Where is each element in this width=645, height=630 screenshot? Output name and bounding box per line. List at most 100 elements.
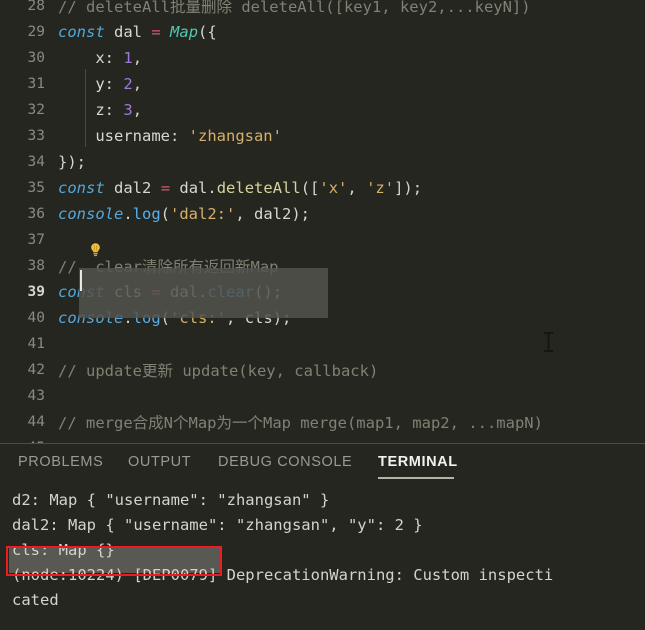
code-line[interactable]: 42 // update更新 update(key, callback) <box>0 357 645 383</box>
line-number: 41 <box>27 336 45 352</box>
code-token: y <box>95 75 105 93</box>
terminal-line: d2: Map { "username": "zhangsan" } <box>12 490 330 509</box>
code-line[interactable]: 39 const cls = dal.clear(); <box>0 279 645 305</box>
code-text: console.log('dal2:', dal2); <box>58 205 310 223</box>
code-token: ); <box>272 309 292 327</box>
code-line[interactable]: 36 console.log('dal2:', dal2); <box>0 201 645 227</box>
code-line[interactable]: 44 // merge合成N个Map为一个Map merge(map1, map2… <box>0 409 645 435</box>
line-number: 34 <box>27 154 45 170</box>
code-token: deleteAll <box>216 179 301 197</box>
code-token: log <box>132 205 161 223</box>
line-number: 44 <box>27 414 45 430</box>
code-token: 'cls:' <box>170 309 227 327</box>
line-number: 42 <box>27 362 45 378</box>
code-token: dal <box>170 283 199 301</box>
code-token: z <box>95 101 105 119</box>
mouse-ibeam-cursor <box>543 331 554 357</box>
code-token: x <box>95 49 105 67</box>
code-token: cls <box>114 283 143 301</box>
code-token: : <box>169 127 189 145</box>
code-token: ); <box>291 205 311 223</box>
panel-tab-problems[interactable]: PROBLEMS <box>18 454 103 470</box>
code-token: . <box>123 205 133 223</box>
code-token: . <box>123 309 133 327</box>
line-number: 43 <box>27 388 45 404</box>
code-line[interactable]: 31 y: 2, <box>0 71 645 97</box>
line-number: 37 <box>27 232 45 248</box>
code-token: dal2 <box>114 179 152 197</box>
code-token: , <box>132 75 143 93</box>
code-token: 'zhangsan' <box>188 127 282 145</box>
code-text: // clear清除所有返回新Map <box>58 255 278 277</box>
code-token: 'x' <box>319 179 348 197</box>
terminal-output[interactable]: d2: Map { "username": "zhangsan" } dal2: … <box>0 486 645 630</box>
code-token: = <box>160 179 171 197</box>
code-text: console.log('cls:', cls); <box>58 309 291 327</box>
code-token: ({ <box>198 23 217 41</box>
line-number: 38 <box>27 258 45 274</box>
code-token: cls <box>244 309 273 327</box>
code-token: username <box>95 127 170 145</box>
code-token: 'z' <box>366 179 395 197</box>
code-line[interactable]: 35 const dal2 = dal.deleteAll(['x', 'z'])… <box>0 175 645 201</box>
code-token: : <box>104 49 124 67</box>
code-line[interactable]: 34}); <box>0 149 645 175</box>
line-number: 30 <box>27 50 45 66</box>
code-line[interactable]: 33 username: 'zhangsan' <box>0 123 645 149</box>
code-token: , <box>132 49 143 67</box>
line-number: 28 <box>27 0 45 14</box>
code-text: z: 3, <box>58 101 142 119</box>
code-text: }); <box>58 153 86 171</box>
code-token: , <box>132 101 143 119</box>
lightbulb-icon[interactable] <box>88 242 103 258</box>
code-token: ([ <box>300 179 320 197</box>
code-line[interactable]: 29 const dal = Map({ <box>0 19 645 45</box>
code-line[interactable]: 28 // deleteAll批量删除 deleteAll([key1, key2… <box>0 0 645 19</box>
panel-tab-bar[interactable]: PROBLEMS OUTPUT DEBUG CONSOLE TERMINAL <box>0 444 645 486</box>
panel-tab-terminal[interactable]: TERMINAL <box>378 454 458 470</box>
code-line[interactable]: 43 <box>0 383 645 409</box>
line-number: 35 <box>27 180 45 196</box>
terminal-line: cls: Map {} <box>12 540 115 559</box>
code-text: x: 1, <box>58 49 142 67</box>
code-token: console <box>58 205 124 223</box>
code-text: // deleteAll批量删除 deleteAll([key1, key2,.… <box>58 0 531 17</box>
code-token: // clear清除所有返回新Map <box>58 258 279 276</box>
line-number: 29 <box>27 24 45 40</box>
code-token: ( <box>160 309 171 327</box>
code-text: const dal2 = dal.deleteAll(['x', 'z']); <box>58 179 422 197</box>
code-line[interactable]: 40 console.log('cls:', cls); <box>0 305 645 331</box>
code-text: // merge合成N个Map为一个Map merge(map1, map2, … <box>58 411 543 433</box>
code-token: ]); <box>394 179 423 197</box>
code-token: const <box>58 23 105 41</box>
code-token: // update更新 update(key, callback) <box>58 362 379 380</box>
code-token: (); <box>254 283 283 301</box>
code-token: . <box>198 283 208 301</box>
code-token: = <box>151 23 161 41</box>
code-line[interactable]: 30 x: 1, <box>0 45 645 71</box>
code-token: : <box>104 75 124 93</box>
code-text: y: 2, <box>58 75 142 93</box>
indent-guide <box>85 69 86 147</box>
panel-tab-debug-console[interactable]: DEBUG CONSOLE <box>218 454 352 470</box>
code-token: clear <box>207 283 255 301</box>
code-token: log <box>132 309 161 327</box>
code-line[interactable]: 32 z: 3, <box>0 97 645 123</box>
line-number: 31 <box>27 76 45 92</box>
line-number: 32 <box>27 102 45 118</box>
code-token: dal <box>179 179 208 197</box>
line-number: 40 <box>27 310 45 326</box>
code-token: // merge合成N个Map为一个Map merge(map1, map2, … <box>58 414 543 432</box>
code-token: console <box>58 309 124 327</box>
panel-tab-output[interactable]: OUTPUT <box>128 454 191 470</box>
code-token: 'dal2:' <box>170 205 236 223</box>
code-token: const <box>58 179 105 197</box>
code-editor[interactable]: 28 // deleteAll批量删除 deleteAll([key1, key2… <box>0 0 645 444</box>
